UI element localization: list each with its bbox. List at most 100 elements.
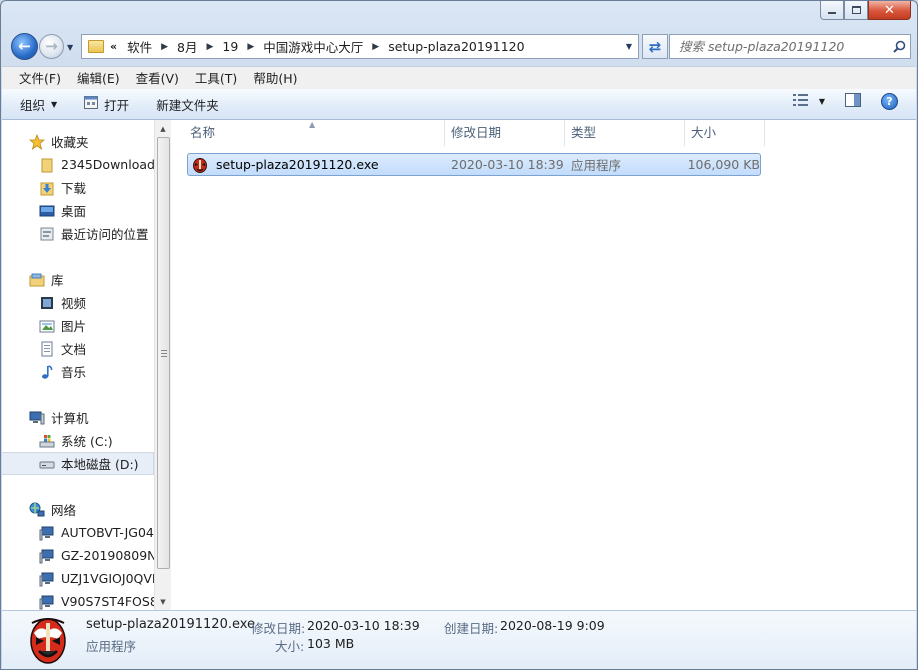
column-header-modified[interactable]: 修改日期	[445, 120, 565, 146]
organize-button[interactable]: 组织 ▼	[20, 92, 57, 116]
sidebar-item-network-pc[interactable]: UZJ1VGIOJ0QVF	[2, 567, 154, 590]
download-folder-icon	[39, 180, 55, 196]
column-label: 类型	[571, 125, 597, 140]
breadcrumb-chevron-icon[interactable]: ▶	[207, 42, 214, 52]
address-history-dropdown-icon[interactable]: ▼	[626, 42, 632, 51]
network-computer-icon	[39, 594, 55, 610]
organize-label: 组织	[20, 97, 46, 113]
minimize-button[interactable]	[820, 1, 844, 20]
menu-view[interactable]: 查看(V)	[128, 68, 187, 89]
column-header-name[interactable]: ▲ 名称	[172, 120, 445, 146]
menu-file[interactable]: 文件(F)	[11, 68, 69, 89]
breadcrumb-overflow-button[interactable]: «	[110, 40, 117, 53]
sidebar-item-label: 2345Downloads	[61, 157, 154, 172]
address-bar[interactable]: « 软件 ▶ 8月 ▶ 19 ▶ 中国游戏中心大厅 ▶ setup-plaza20191…	[81, 34, 639, 59]
column-label: 修改日期	[451, 125, 502, 140]
breadcrumb-chevron-icon[interactable]: ▶	[372, 42, 379, 52]
menu-edit[interactable]: 编辑(E)	[69, 68, 128, 89]
sidebar-item-network-pc[interactable]: V90S7ST4FOS8C	[2, 590, 154, 610]
search-box[interactable]	[669, 34, 911, 59]
sidebar-item-libraries[interactable]: 库	[2, 268, 154, 291]
sidebar-item-label: 图片	[61, 319, 87, 334]
sidebar-item-2345downloads[interactable]: 2345Downloads	[2, 153, 154, 176]
folder-icon	[88, 40, 104, 53]
maximize-icon	[851, 6, 861, 14]
breadcrumb-item[interactable]: 19	[222, 39, 238, 54]
search-icon[interactable]	[888, 40, 910, 53]
sidebar-item-downloads[interactable]: 下载	[2, 176, 154, 199]
minimize-icon	[828, 12, 836, 14]
breadcrumb-chevron-icon[interactable]: ▶	[247, 42, 254, 52]
forward-arrow-icon: →	[45, 37, 58, 55]
file-size: 106,090 KB	[687, 157, 760, 172]
new-folder-label: 新建文件夹	[156, 97, 219, 113]
open-button[interactable]: 打开	[84, 92, 129, 116]
sidebar-item-documents[interactable]: 文档	[2, 337, 154, 360]
sidebar-item-recent-places[interactable]: 最近访问的位置	[2, 222, 154, 245]
sidebar-item-label: UZJ1VGIOJ0QVF	[61, 571, 154, 586]
sidebar-item-label: 系统 (C:)	[61, 434, 113, 449]
new-folder-button[interactable]: 新建文件夹	[156, 92, 219, 116]
file-type: 应用程序	[571, 158, 622, 173]
sidebar-item-favorites[interactable]: 收藏夹	[2, 130, 154, 153]
search-input[interactable]	[670, 39, 888, 54]
breadcrumb-item[interactable]: setup-plaza20191120	[388, 39, 524, 54]
sidebar-item-computer[interactable]: 计算机	[2, 406, 154, 429]
column-label: 名称	[190, 125, 216, 140]
back-button[interactable]: ←	[11, 33, 38, 60]
network-computer-icon	[39, 548, 55, 564]
sidebar-item-desktop[interactable]: 桌面	[2, 199, 154, 222]
file-name: setup-plaza20191120.exe	[216, 157, 379, 172]
breadcrumb-chevron-icon[interactable]: ▶	[161, 42, 168, 52]
sidebar-item-network[interactable]: 网络	[2, 498, 154, 521]
sidebar-item-network-pc[interactable]: AUTOBVT-JG04U	[2, 521, 154, 544]
scrollbar-thumb[interactable]	[157, 137, 170, 569]
menu-tools[interactable]: 工具(T)	[187, 68, 245, 89]
breadcrumb-item[interactable]: 软件	[127, 37, 152, 56]
sidebar-item-label: V90S7ST4FOS8C	[61, 594, 154, 609]
sidebar-item-videos[interactable]: 视频	[2, 291, 154, 314]
recent-places-icon	[39, 226, 55, 242]
maximize-button[interactable]	[844, 1, 868, 20]
refresh-icon: ⇄	[648, 37, 662, 56]
details-size-value: 103 MB	[307, 636, 355, 651]
details-modified-label: 修改日期:	[251, 621, 306, 636]
chevron-down-icon[interactable]: ▼	[819, 97, 825, 106]
open-app-icon	[84, 96, 99, 112]
recent-pages-dropdown-icon[interactable]: ▼	[67, 43, 73, 52]
sidebar-item-pictures[interactable]: 图片	[2, 314, 154, 337]
sidebar-item-drive-c[interactable]: 系统 (C:)	[2, 429, 154, 452]
scroll-down-icon[interactable]: ▼	[155, 593, 171, 610]
column-header-type[interactable]: 类型	[565, 120, 685, 146]
breadcrumb-item[interactable]: 中国游戏中心大厅	[263, 37, 363, 56]
opera-mask-app-icon	[192, 157, 208, 173]
sidebar-item-drive-d[interactable]: 本地磁盘 (D:)	[2, 452, 154, 475]
sidebar-item-label: 收藏夹	[51, 135, 89, 150]
sidebar-item-label: AUTOBVT-JG04U	[61, 525, 154, 540]
sort-ascending-icon: ▲	[309, 120, 316, 129]
menu-help[interactable]: 帮助(H)	[245, 68, 305, 89]
computer-group: 计算机 系统 (C:) 本地磁盘 (D:)	[2, 406, 154, 475]
sidebar-item-label: 下载	[61, 181, 87, 196]
favorites-group: 收藏夹 2345Downloads 下载 桌面 最近访问的位置	[2, 130, 154, 245]
preview-pane-button[interactable]	[845, 93, 861, 110]
navigation-pane-scrollbar[interactable]: ▲ ▼	[154, 120, 171, 610]
file-row[interactable]: setup-plaza20191120.exe 2020-03-10 18:39…	[187, 153, 761, 176]
sidebar-item-network-pc[interactable]: GZ-20190809NY	[2, 544, 154, 567]
close-icon: ✕	[884, 2, 895, 18]
close-button[interactable]: ✕	[868, 1, 911, 20]
scroll-up-icon[interactable]: ▲	[155, 120, 171, 137]
sidebar-item-label: 视频	[61, 296, 87, 311]
details-file-type: 应用程序	[86, 639, 137, 654]
forward-button[interactable]: →	[39, 34, 64, 59]
caption-buttons: ✕	[820, 1, 911, 20]
refresh-button[interactable]: ⇄	[642, 34, 668, 59]
change-view-button[interactable]: ▼	[792, 93, 825, 110]
command-bar-right: ▼ ?	[792, 93, 898, 110]
column-header-size[interactable]: 大小	[685, 120, 765, 146]
network-computer-icon	[39, 525, 55, 541]
breadcrumb-item[interactable]: 8月	[177, 37, 197, 56]
help-icon[interactable]: ?	[881, 93, 898, 110]
sidebar-item-music[interactable]: 音乐	[2, 360, 154, 383]
sidebar-item-label: 计算机	[51, 411, 89, 426]
